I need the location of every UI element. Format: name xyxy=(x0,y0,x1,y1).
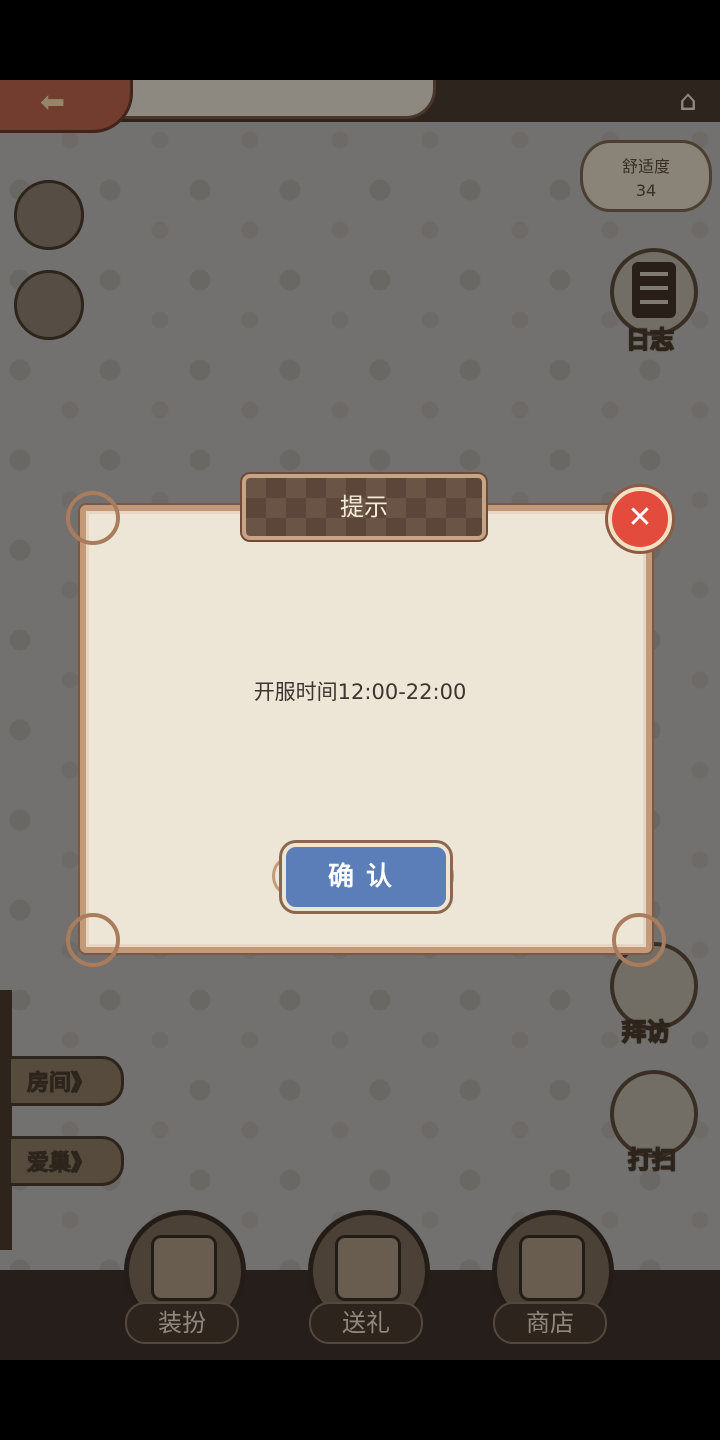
dialog-title-plate: 提示 xyxy=(242,474,486,540)
ornament-bottom-left xyxy=(66,913,120,967)
dialog-title: 提示 xyxy=(340,493,388,521)
ornament-bottom-right xyxy=(612,913,666,967)
ornament-top-left xyxy=(66,491,120,545)
confirm-button[interactable]: 确认 xyxy=(282,843,450,911)
dialog-message: 开服时间12:00-22:00 xyxy=(253,680,467,704)
close-button[interactable]: ✕ xyxy=(608,487,672,551)
